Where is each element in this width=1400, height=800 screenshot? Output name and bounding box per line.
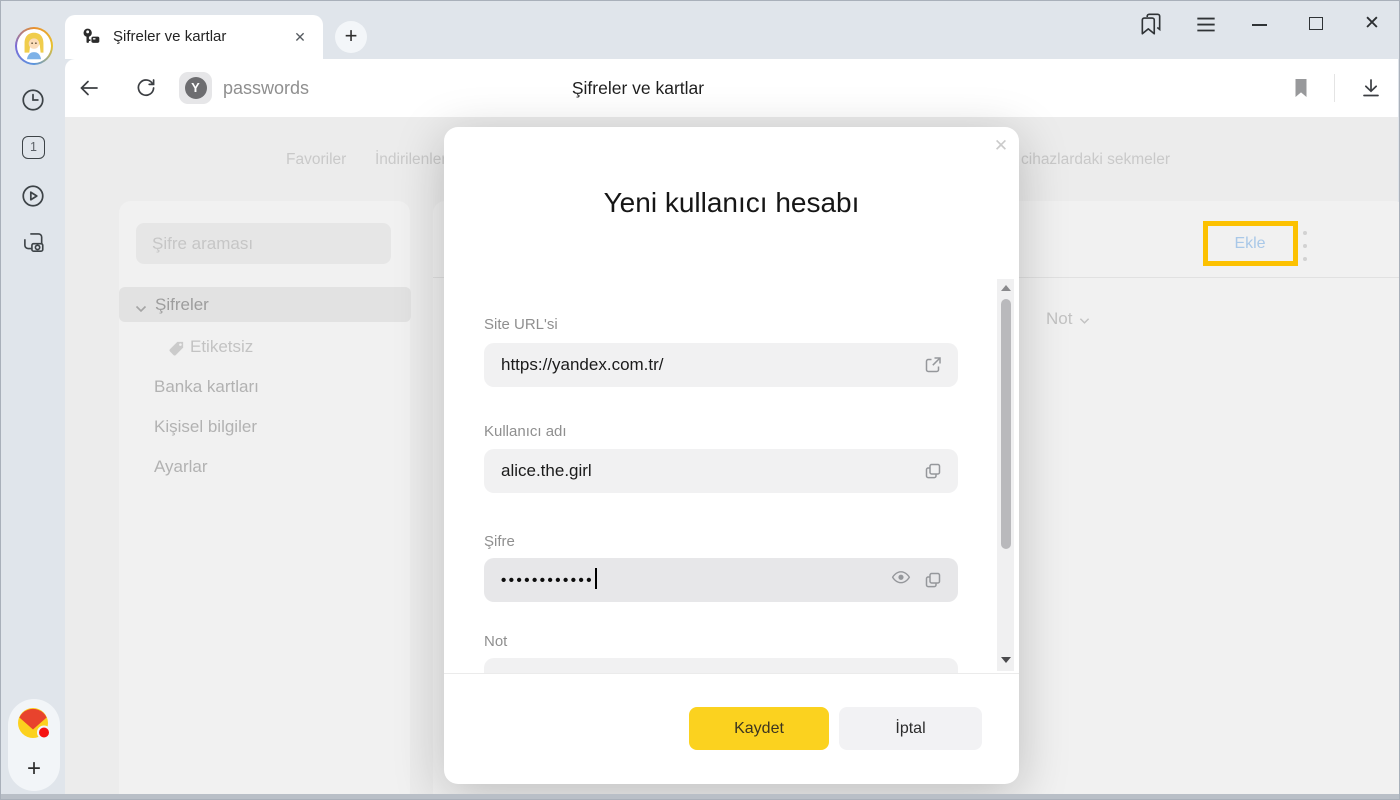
username-label: Kullanıcı adı [484, 423, 567, 440]
open-external-link-icon[interactable] [923, 355, 943, 375]
history-icon[interactable] [20, 87, 46, 113]
text-cursor [595, 568, 597, 589]
add-panel-item-icon[interactable]: + [8, 751, 60, 787]
password-search-input[interactable]: Şifre araması [136, 223, 391, 264]
nav-item-settings[interactable]: Ayarlar [154, 457, 208, 477]
password-label: Şifre [484, 533, 515, 550]
yandex-mail-icon[interactable] [16, 706, 52, 742]
toolbar: Y passwords Şifreler ve kartlar [65, 59, 1398, 117]
toolbar-divider [1334, 74, 1335, 102]
tab-other-devices[interactable]: cihazlardaki sekmeler [1021, 151, 1170, 169]
password-field[interactable]: •••••••••••• [484, 558, 958, 602]
bookmark-icon[interactable] [1289, 76, 1313, 100]
media-play-icon[interactable] [20, 183, 46, 209]
menu-icon[interactable] [1193, 11, 1219, 37]
tab-counter[interactable]: 1 [22, 136, 45, 159]
tab-close-icon[interactable]: ✕ [287, 15, 313, 59]
note-label: Not [484, 633, 507, 650]
browser-tab[interactable]: Şifreler ve kartlar ✕ [65, 15, 323, 59]
browser-window: 1 + [0, 0, 1400, 800]
dialog-title: Yeni kullanıcı hesabı [444, 187, 1019, 219]
show-password-eye-icon[interactable] [891, 570, 911, 590]
sidebar-apps-panel: + [8, 699, 60, 791]
avatar-image [17, 29, 51, 63]
yandex-y-icon: Y [185, 77, 207, 99]
dialog-close-icon[interactable]: ✕ [990, 133, 1012, 159]
save-button[interactable]: Kaydet [689, 707, 829, 750]
chevron-down-icon [135, 300, 147, 309]
download-icon[interactable] [1359, 76, 1383, 100]
nav-item-untagged[interactable]: Etiketsiz [190, 337, 253, 357]
scroll-up-arrow-icon[interactable] [1001, 285, 1011, 291]
scrollbar-thumb[interactable] [1001, 299, 1011, 549]
dialog-footer-divider [444, 673, 1019, 674]
note-field[interactable] [484, 658, 958, 673]
dialog-form: Site URL'si https://yandex.com.tr/ Kulla… [444, 279, 1019, 673]
sort-dropdown[interactable]: Not [1046, 309, 1090, 329]
tab-favorites[interactable]: Favoriler [286, 151, 346, 169]
username-field[interactable]: alice.the.girl [484, 449, 958, 493]
nav-item-bank-cards[interactable]: Banka kartları [154, 377, 259, 397]
back-icon[interactable] [77, 76, 101, 100]
site-url-field[interactable]: https://yandex.com.tr/ [484, 343, 958, 387]
page-title: Şifreler ve kartlar [438, 59, 838, 117]
tab-title: Şifreler ve kartlar [113, 15, 283, 59]
screenshot-icon[interactable] [20, 229, 46, 255]
maximize-button[interactable] [1304, 11, 1330, 37]
window-close-button[interactable]: ✕ [1359, 11, 1385, 37]
side-panel-icon[interactable] [1138, 11, 1164, 37]
tag-icon [168, 340, 185, 357]
nav-item-passwords[interactable]: Şifreler [119, 287, 411, 322]
window-bottom-edge [1, 794, 1399, 799]
site-url-label: Site URL'si [484, 316, 558, 333]
cancel-button[interactable]: İptal [839, 707, 982, 750]
nav-item-personal-info[interactable]: Kişisel bilgiler [154, 417, 257, 437]
tab-downloads[interactable]: İndirilenler [375, 151, 447, 169]
search-placeholder: Şifre araması [152, 223, 253, 264]
add-password-button[interactable]: Ekle [1210, 235, 1290, 253]
copy-icon[interactable] [923, 461, 943, 481]
reload-icon[interactable] [134, 76, 158, 100]
minimize-button[interactable] [1247, 11, 1273, 37]
sidebar: 1 + [1, 1, 65, 794]
dialog-scrollbar[interactable] [997, 279, 1014, 671]
user-avatar[interactable] [15, 27, 53, 65]
new-account-dialog: ✕ Yeni kullanıcı hesabı Site URL'si http… [444, 127, 1019, 784]
copy-icon[interactable] [923, 570, 943, 590]
scroll-down-arrow-icon[interactable] [1001, 657, 1011, 663]
address-bar-text[interactable]: passwords [223, 59, 309, 117]
passwords-key-icon [81, 27, 101, 47]
more-options-icon[interactable] [1303, 231, 1309, 270]
site-identity-badge[interactable]: Y [179, 72, 212, 104]
new-tab-button[interactable]: + [335, 21, 367, 53]
